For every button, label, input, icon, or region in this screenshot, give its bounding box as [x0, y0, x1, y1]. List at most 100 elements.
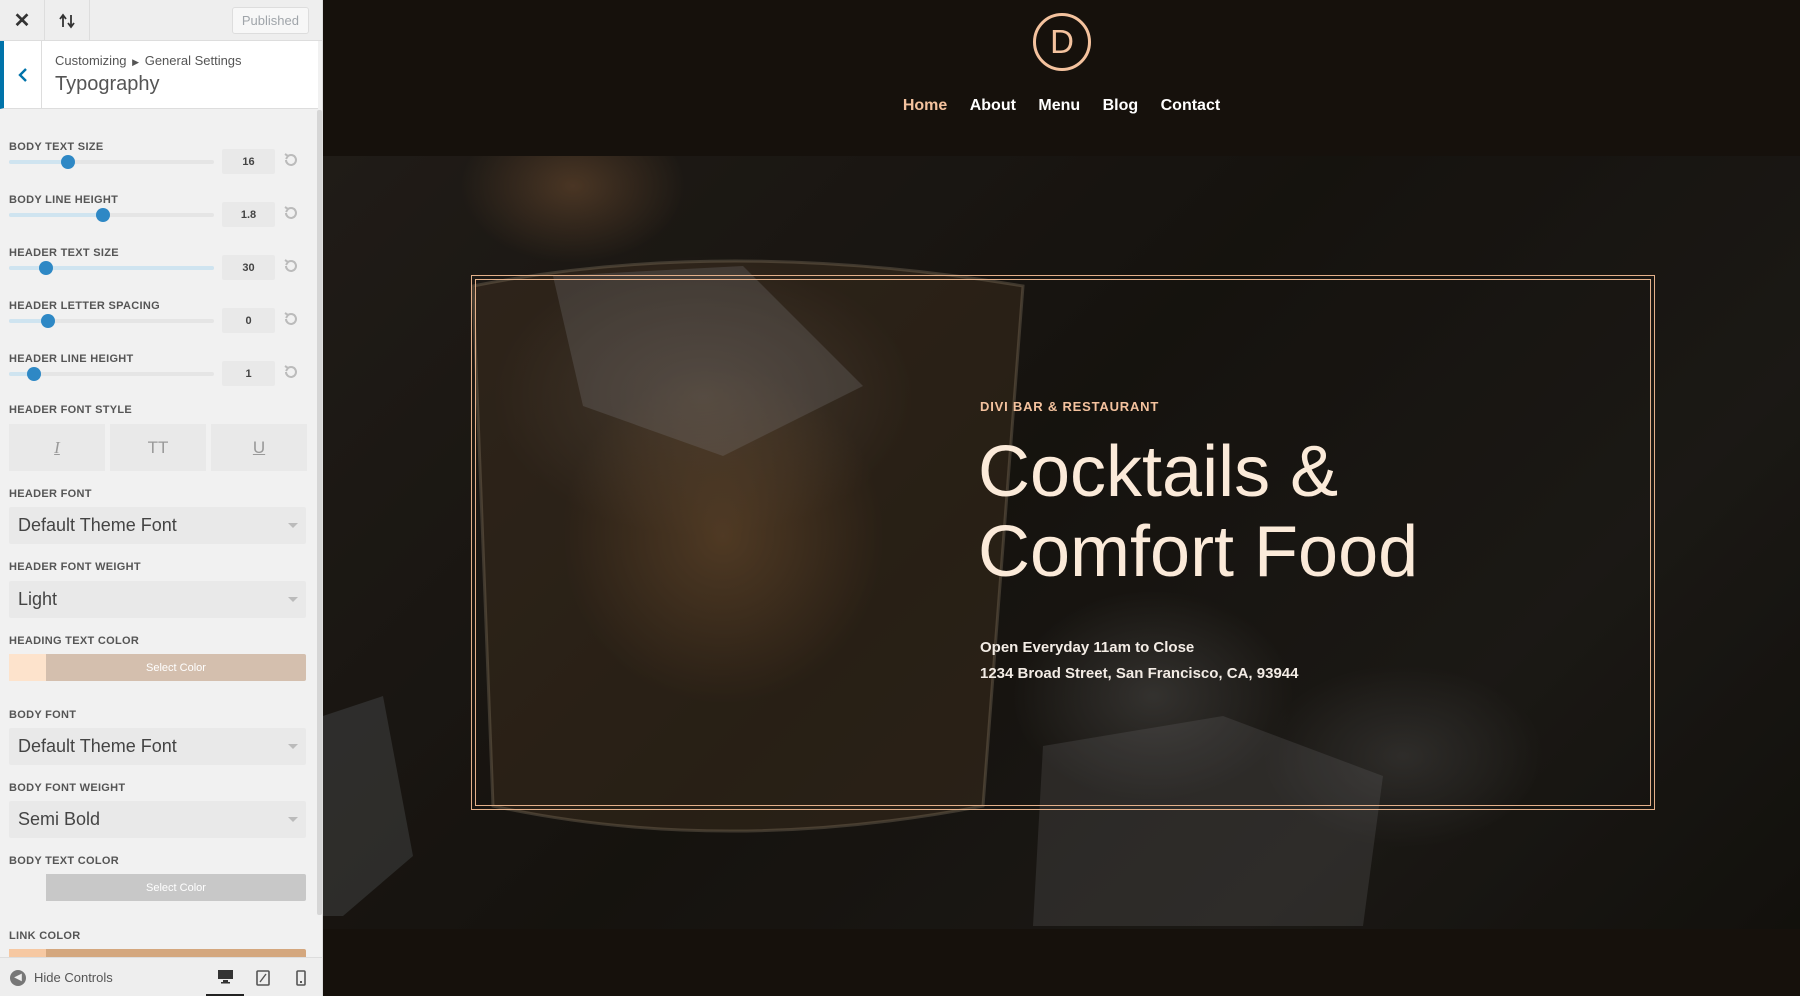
uppercase-icon: TT: [147, 437, 169, 457]
reset-icon[interactable]: [283, 205, 299, 221]
header-letter-spacing-slider[interactable]: [9, 314, 214, 328]
body-line-height-slider[interactable]: [9, 208, 214, 222]
italic-icon: I: [54, 437, 60, 457]
header-text-size-input[interactable]: 30: [222, 255, 275, 280]
header-line-height-input[interactable]: 1: [222, 361, 275, 386]
chevron-down-icon: [288, 597, 298, 602]
sidebar-scrollbar[interactable]: [317, 110, 322, 915]
body-line-height-label: BODY LINE HEIGHT: [9, 194, 119, 206]
preview-tablet-button[interactable]: [244, 958, 282, 996]
header-line-height-label: HEADER LINE HEIGHT: [9, 353, 134, 365]
site-logo[interactable]: D: [1033, 13, 1091, 71]
reset-icon[interactable]: [283, 258, 299, 274]
header-font-style-label: HEADER FONT STYLE: [9, 404, 133, 416]
italic-button[interactable]: I: [9, 424, 105, 471]
body-text-size-slider[interactable]: [9, 155, 214, 169]
link-color-label: LINK COLOR: [9, 930, 81, 942]
body-font-select[interactable]: Default Theme Font: [9, 728, 306, 765]
tablet-icon: [256, 969, 270, 986]
header-letter-spacing-label: HEADER LETTER SPACING: [9, 300, 160, 312]
hero-address: 1234 Broad Street, San Francisco, CA, 93…: [980, 665, 1299, 682]
reorder-arrows-icon: [59, 13, 75, 28]
logo-letter: D: [1050, 23, 1074, 60]
chevron-down-icon: [288, 523, 298, 528]
hide-controls-label: Hide Controls: [34, 970, 113, 985]
slider-handle[interactable]: [38, 261, 53, 275]
reset-icon[interactable]: [283, 152, 299, 168]
breadcrumb: Customizing ▶ General Settings: [55, 53, 242, 68]
hide-controls-button[interactable]: ◀ Hide Controls: [10, 958, 113, 996]
header-letter-spacing-input[interactable]: 0: [222, 308, 275, 333]
slider-handle[interactable]: [61, 155, 76, 169]
collapse-icon: ◀: [10, 969, 26, 986]
slider-handle[interactable]: [26, 367, 41, 381]
body-line-height-input[interactable]: 1.8: [222, 202, 275, 227]
preview-mobile-button[interactable]: [282, 958, 320, 996]
hero-headline-line-1: Cocktails &: [978, 432, 1339, 512]
breadcrumb-parent: General Settings: [144, 53, 242, 68]
body-font-weight-label: BODY FONT WEIGHT: [9, 782, 126, 794]
breadcrumb-separator-icon: ▶: [132, 57, 140, 67]
header-line-height-slider[interactable]: [9, 367, 214, 381]
body-font-weight-value: Semi Bold: [18, 809, 101, 829]
preview-desktop-button[interactable]: [206, 958, 244, 996]
section-title: Customizing ▶ General Settings Typograph…: [0, 41, 318, 109]
close-button[interactable]: ✕: [0, 0, 45, 41]
slider-fill: [9, 160, 69, 164]
header-text-size-slider[interactable]: [9, 261, 214, 275]
site-preview: D Home About Menu Blog Contact DIVI BAR …: [323, 0, 1800, 996]
body-font-weight-select[interactable]: Semi Bold: [9, 801, 306, 838]
select-color-button[interactable]: Select Color: [46, 654, 306, 681]
nav-item-home[interactable]: Home: [903, 97, 947, 115]
nav-item-contact[interactable]: Contact: [1161, 97, 1221, 115]
body-text-size-label: BODY TEXT SIZE: [9, 141, 104, 153]
select-color-button[interactable]: Select Color: [46, 874, 306, 901]
hero-eyebrow: DIVI BAR & RESTAURANT: [980, 399, 1160, 414]
heading-text-color-label: HEADING TEXT COLOR: [9, 635, 140, 647]
mobile-icon: [296, 969, 306, 986]
slider-fill: [9, 213, 104, 217]
underline-button[interactable]: U: [211, 424, 307, 471]
published-button[interactable]: Published: [231, 7, 309, 34]
body-font-label: BODY FONT: [9, 709, 77, 721]
desktop-icon: [217, 969, 233, 983]
header-font-select[interactable]: Default Theme Font: [9, 507, 306, 544]
back-button[interactable]: [4, 41, 42, 109]
slider-handle[interactable]: [96, 208, 111, 222]
header-font-value: Default Theme Font: [18, 515, 177, 535]
underline-icon: U: [252, 437, 266, 457]
main-nav: Home About Menu Blog Contact: [323, 97, 1800, 115]
customizer-header: ✕ Published: [0, 0, 322, 41]
section-name: Typography: [55, 73, 160, 95]
customizer-sidebar: ✕ Published Customizing ▶ General Settin…: [0, 0, 323, 996]
header-text-size-label: HEADER TEXT SIZE: [9, 247, 119, 259]
color-swatch[interactable]: [9, 874, 46, 901]
slider-handle[interactable]: [40, 314, 55, 328]
body-text-color-picker[interactable]: Select Color: [9, 874, 306, 901]
heading-text-color-picker[interactable]: Select Color: [9, 654, 306, 681]
uppercase-button[interactable]: TT: [110, 424, 206, 471]
body-font-value: Default Theme Font: [18, 736, 177, 756]
body-text-color-label: BODY TEXT COLOR: [9, 855, 120, 867]
header-font-weight-select[interactable]: Light: [9, 581, 306, 618]
customizer-footer: ◀ Hide Controls: [0, 957, 322, 996]
hero-headline-line-2: Comfort Food: [978, 512, 1419, 592]
chevron-left-icon: [17, 68, 27, 82]
nav-item-menu[interactable]: Menu: [1038, 97, 1080, 115]
close-icon: ✕: [13, 10, 31, 32]
body-text-size-input[interactable]: 16: [222, 149, 275, 174]
header-font-label: HEADER FONT: [9, 488, 92, 500]
hero-headline: Cocktails & Comfort Food: [978, 432, 1578, 592]
hero-hours: Open Everyday 11am to Close: [980, 639, 1195, 656]
chevron-down-icon: [288, 744, 298, 749]
header-font-weight-label: HEADER FONT WEIGHT: [9, 561, 141, 573]
header-font-weight-value: Light: [18, 589, 58, 609]
breadcrumb-root: Customizing: [55, 53, 127, 68]
nav-item-about[interactable]: About: [970, 97, 1016, 115]
reorder-button[interactable]: [45, 0, 90, 41]
color-swatch[interactable]: [9, 654, 46, 681]
nav-item-blog[interactable]: Blog: [1103, 97, 1139, 115]
chevron-down-icon: [288, 817, 298, 822]
reset-icon[interactable]: [283, 364, 299, 380]
reset-icon[interactable]: [283, 311, 299, 327]
